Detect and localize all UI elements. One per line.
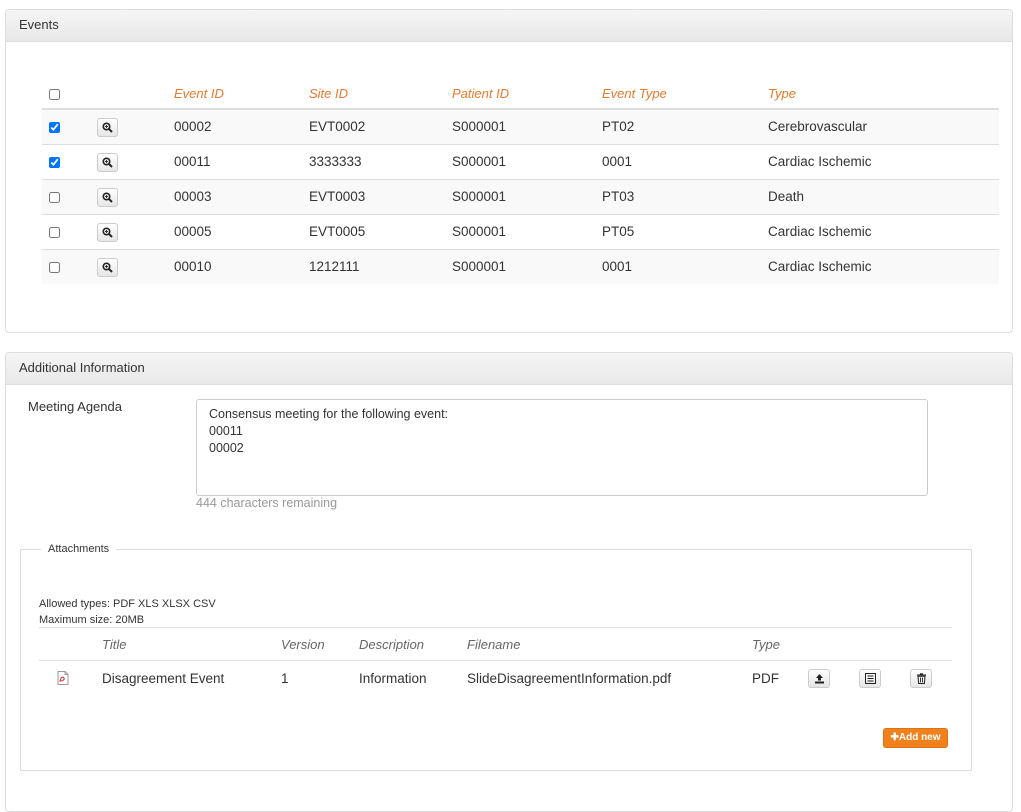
site-id-cell: 1212111 [309,249,452,284]
events-table: Event ID Site ID Patient ID Event Type T… [42,78,999,284]
delete-button[interactable] [910,668,932,688]
event-type-cell: PT02 [602,109,768,145]
view-event-button[interactable] [97,117,118,137]
pdf-file-icon [39,661,102,696]
add-new-attachment-button[interactable]: ✚Add new [883,728,948,748]
upload-button[interactable] [808,668,830,688]
attachments-table-header: Title Version Description Filename Type [39,627,952,661]
attachments-legend: Attachments [41,543,117,555]
view-event-button[interactable] [97,152,118,172]
magnifier-icon [102,226,113,238]
attachment-type: PDF [752,670,779,686]
attachment-row: Disagreement Event 1 Information SlideDi… [39,661,952,696]
attachments-fieldset: Attachments Allowed types: PDF XLS XLSX … [20,543,972,771]
col-event-type[interactable]: Event Type [602,78,768,110]
event-row: 00005 EVT0005 S000001 PT05 Cardiac Ischemic [42,214,999,250]
att-col-title: Title [102,627,281,661]
event-id-cell: 00005 [174,214,309,250]
row-select-checkbox[interactable] [49,156,60,168]
type-cell: Cardiac Ischemic [768,144,999,180]
row-select-checkbox[interactable] [49,226,60,238]
event-type-cell: 0001 [602,144,768,180]
patient-id-cell: S000001 [452,214,602,250]
col-patient-id[interactable]: Patient ID [452,78,602,110]
chars-remaining: 444 characters remaining [196,496,338,510]
meeting-agenda-label: Meeting Agenda [28,399,122,414]
col-type[interactable]: Type [768,78,999,110]
patient-id-cell: S000001 [452,109,602,145]
patient-id-cell: S000001 [452,144,602,180]
events-panel: Events Event ID Site ID Patient ID Event… [5,9,1013,333]
attachment-constraints: Allowed types: PDF XLS XLSX CSV Maximum … [39,596,216,628]
view-event-button[interactable] [97,222,118,242]
event-id-cell: 00003 [174,179,309,215]
event-row: 00010 1212111 S000001 0001 Cardiac Ischemic [42,249,999,284]
type-cell: Death [768,179,999,215]
col-site-id[interactable]: Site ID [309,78,452,110]
att-col-type: Type [752,627,808,661]
attachment-description: Information [359,670,427,686]
event-type-cell: 0001 [602,249,768,284]
site-id-cell: EVT0002 [309,109,452,145]
events-table-header: Event ID Site ID Patient ID Event Type T… [42,78,999,110]
event-type-cell: PT05 [602,214,768,250]
type-cell: Cardiac Ischemic [768,249,999,284]
event-id-cell: 00011 [174,144,309,180]
event-id-cell: 00002 [174,109,309,145]
event-row: 00003 EVT0003 S000001 PT03 Death [42,179,999,215]
col-event-id[interactable]: Event ID [174,78,309,110]
trash-icon [916,673,926,684]
attachment-version: 1 [281,670,289,686]
events-panel-title: Events [6,10,1012,42]
att-col-filename: Filename [467,627,752,661]
attachment-title: Disagreement Event [102,670,225,686]
type-cell: Cerebrovascular [768,109,999,145]
event-row: 00002 EVT0002 S000001 PT02 Cerebrovascular [42,109,999,145]
list-icon [864,672,876,684]
view-event-button[interactable] [97,187,118,207]
magnifier-icon [102,156,113,168]
magnifier-icon [102,262,113,273]
additional-info-title: Additional Information [6,353,1012,385]
additional-info-panel: Additional Information Meeting Agenda 44… [5,352,1013,812]
attachments-table: Title Version Description Filename Type [39,627,952,696]
meeting-agenda-textarea[interactable] [196,399,928,496]
att-col-description: Description [359,627,467,661]
row-select-checkbox[interactable] [49,191,60,203]
patient-id-cell: S000001 [452,249,602,284]
site-id-cell: EVT0003 [309,179,452,215]
plus-icon: ✚ [890,732,899,743]
event-row: 00011 3333333 S000001 0001 Cardiac Ischemic [42,144,999,180]
event-id-cell: 00010 [174,249,309,284]
event-type-cell: PT03 [602,179,768,215]
magnifier-icon [102,122,113,133]
select-all-checkbox[interactable] [49,88,60,100]
magnifier-icon [102,191,113,203]
max-size: Maximum size: 20MB [39,614,145,626]
allowed-types: Allowed types: PDF XLS XLSX CSV [39,598,216,610]
attachment-filename: SlideDisagreementInformation.pdf [467,670,672,686]
site-id-cell: 3333333 [309,144,452,180]
upload-icon [814,673,824,684]
add-new-label: Add new [898,732,941,743]
row-select-checkbox[interactable] [49,122,60,134]
row-select-checkbox[interactable] [49,262,60,274]
details-button[interactable] [859,668,881,688]
patient-id-cell: S000001 [452,179,602,215]
view-event-button[interactable] [97,257,118,277]
site-id-cell: EVT0005 [309,214,452,250]
type-cell: Cardiac Ischemic [768,214,999,250]
att-col-version: Version [281,627,359,661]
